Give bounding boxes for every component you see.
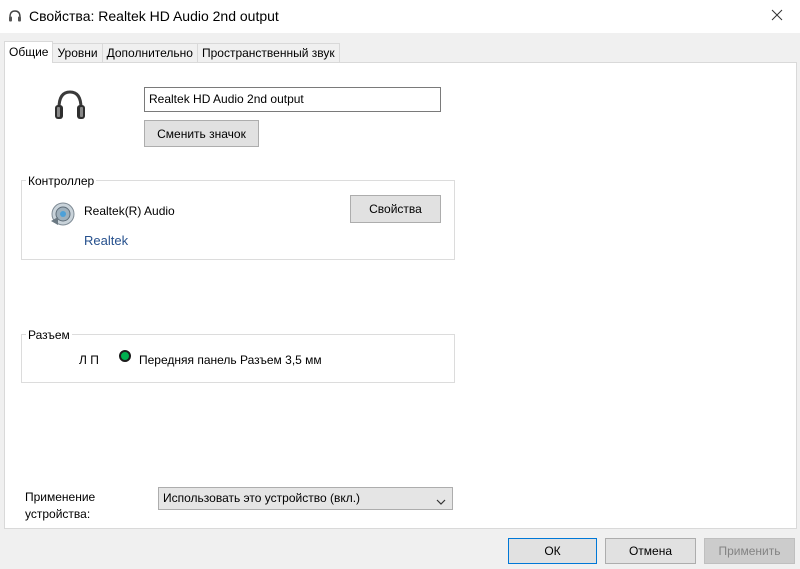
controller-vendor-link[interactable]: Realtek <box>84 233 128 248</box>
jack-description: Передняя панель Разъем 3,5 мм <box>139 353 322 367</box>
tab-spatial-sound[interactable]: Пространственный звук <box>196 43 340 63</box>
apply-button[interactable]: Применить <box>704 538 795 564</box>
tab-strip: Общие Уровни Дополнительно Пространствен… <box>4 41 340 63</box>
controller-group-label: Контроллер <box>26 174 97 188</box>
change-icon-button[interactable]: Сменить значок <box>144 120 259 147</box>
window-title: Свойства: Realtek HD Audio 2nd output <box>29 8 279 24</box>
headphones-icon <box>8 9 22 23</box>
tab-levels[interactable]: Уровни <box>52 43 103 63</box>
headphones-icon <box>52 86 88 126</box>
tab-general[interactable]: Общие <box>4 41 54 63</box>
close-icon <box>771 9 783 24</box>
device-usage-label: Применение устройства: <box>25 489 95 523</box>
general-tab-panel: Realtek HD Audio 2nd output Сменить знач… <box>4 62 797 529</box>
ok-button[interactable]: ОК <box>508 538 597 564</box>
tab-advanced[interactable]: Дополнительно <box>101 43 198 63</box>
controller-properties-button[interactable]: Свойства <box>350 195 441 223</box>
chevron-down-icon <box>436 493 446 505</box>
device-usage-label-line1: Применение <box>25 490 96 504</box>
speaker-icon <box>48 199 78 229</box>
cancel-button[interactable]: Отмена <box>605 538 696 564</box>
device-usage-select[interactable]: Использовать это устройство (вкл.) <box>158 487 453 510</box>
properties-window: Свойства: Realtek HD Audio 2nd output Об… <box>0 0 800 569</box>
jack-group-label: Разъем <box>26 328 72 342</box>
device-name-input[interactable]: Realtek HD Audio 2nd output <box>144 87 441 112</box>
close-button[interactable] <box>754 0 800 33</box>
device-usage-selected: Использовать это устройство (вкл.) <box>163 491 361 505</box>
jack-channels: Л П <box>79 353 99 367</box>
jack-color-indicator <box>119 350 131 362</box>
title-bar: Свойства: Realtek HD Audio 2nd output <box>0 0 800 33</box>
controller-name: Realtek(R) Audio <box>84 204 175 218</box>
device-usage-label-line2: устройства: <box>25 507 91 521</box>
